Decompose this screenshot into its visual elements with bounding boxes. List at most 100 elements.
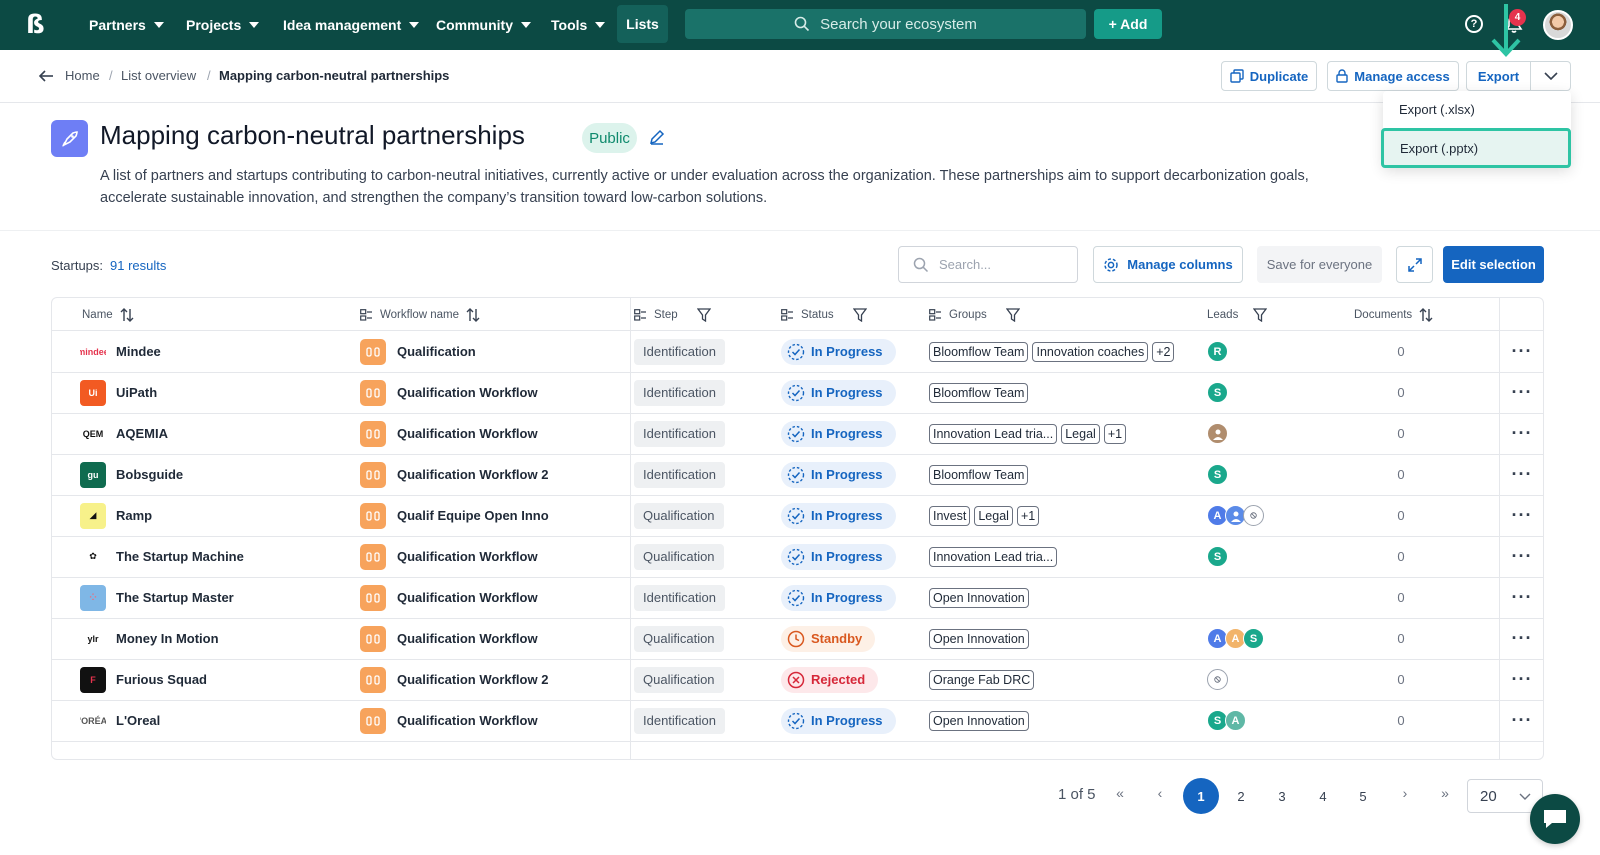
nav-lists[interactable]: Lists: [617, 5, 668, 43]
lead-avatar[interactable]: S: [1243, 628, 1264, 649]
name-cell[interactable]: Ui UiPath: [80, 372, 157, 413]
status-badge[interactable]: In Progress: [781, 707, 896, 734]
page-button-4[interactable]: 4: [1305, 778, 1341, 814]
export-dropdown-toggle[interactable]: [1531, 62, 1571, 90]
nav-tools[interactable]: Tools: [551, 0, 606, 50]
startup-name[interactable]: UiPath: [116, 385, 157, 400]
name-cell[interactable]: ylr Money In Motion: [80, 618, 219, 659]
table-row[interactable]: gu Bobsguide Qualification Workflow 2 Id…: [52, 454, 1543, 496]
col-header-workflow[interactable]: Workflow name: [360, 298, 480, 331]
startup-name[interactable]: L'Oreal: [116, 713, 160, 728]
name-cell[interactable]: gu Bobsguide: [80, 454, 183, 495]
lead-avatar[interactable]: A: [1225, 710, 1246, 731]
status-badge[interactable]: In Progress: [781, 461, 896, 488]
nav-idea-management[interactable]: Idea management: [283, 0, 420, 50]
col-header-leads[interactable]: Leads: [1207, 298, 1268, 331]
user-avatar[interactable]: [1543, 10, 1573, 40]
results-count[interactable]: 91 results: [110, 258, 166, 273]
lead-avatar[interactable]: S: [1207, 546, 1228, 567]
startup-name[interactable]: Ramp: [116, 508, 152, 523]
nav-projects[interactable]: Projects: [186, 0, 260, 50]
lead-avatar[interactable]: R: [1207, 341, 1228, 362]
table-row[interactable]: ylr Money In Motion Qualification Workfl…: [52, 618, 1543, 660]
filter-icon[interactable]: [1005, 307, 1020, 322]
col-header-name[interactable]: Name: [82, 298, 134, 331]
status-badge[interactable]: In Progress: [781, 502, 896, 529]
status-badge[interactable]: In Progress: [781, 584, 896, 611]
startup-name[interactable]: Furious Squad: [116, 672, 207, 687]
table-search-input[interactable]: Search...: [898, 246, 1078, 283]
name-cell[interactable]: ◢ Ramp: [80, 495, 152, 536]
export-pptx-option[interactable]: Export (.pptx): [1381, 128, 1571, 168]
breadcrumb-home[interactable]: Home: [65, 68, 100, 83]
table-row[interactable]: Ui UiPath Qualification Workflow Identif…: [52, 372, 1543, 414]
next-page-button[interactable]: ›: [1390, 778, 1420, 808]
add-button[interactable]: + Add: [1094, 9, 1162, 39]
col-header-step[interactable]: Step: [634, 298, 711, 331]
export-xlsx-option[interactable]: Export (.xlsx): [1383, 91, 1571, 127]
duplicate-button[interactable]: Duplicate: [1221, 61, 1317, 91]
status-badge[interactable]: Standby: [781, 625, 876, 652]
bloomflow-logo[interactable]: ß: [26, 11, 48, 39]
export-button[interactable]: Export: [1467, 62, 1531, 90]
status-badge[interactable]: In Progress: [781, 379, 896, 406]
filter-icon[interactable]: [696, 307, 711, 322]
status-badge[interactable]: In Progress: [781, 420, 896, 447]
page-button-2[interactable]: 2: [1223, 778, 1259, 814]
lead-avatar[interactable]: S: [1207, 464, 1228, 485]
more-options-icon[interactable]: ···: [1512, 382, 1533, 403]
save-for-everyone-button[interactable]: Save for everyone: [1257, 246, 1382, 283]
name-cell[interactable]: ⁘ The Startup Master: [80, 577, 234, 618]
col-header-status[interactable]: Status: [781, 298, 867, 331]
startup-name[interactable]: Mindee: [116, 344, 161, 359]
more-options-icon[interactable]: ···: [1512, 464, 1533, 485]
last-page-button[interactable]: »: [1430, 778, 1460, 808]
back-arrow-icon[interactable]: [37, 67, 55, 85]
more-options-icon[interactable]: ···: [1512, 669, 1533, 690]
expand-button[interactable]: [1396, 246, 1433, 283]
more-options-icon[interactable]: ···: [1512, 628, 1533, 649]
table-row[interactable]: ◢ Ramp Qualif Equipe Open Inno Qualifica…: [52, 495, 1543, 537]
name-cell[interactable]: QEM AQEMIA: [80, 413, 168, 454]
lead-avatar[interactable]: [1207, 423, 1228, 444]
startup-name[interactable]: The Startup Master: [116, 590, 234, 605]
status-badge[interactable]: In Progress: [781, 338, 896, 365]
filter-icon[interactable]: [1253, 307, 1268, 322]
table-row[interactable]: ✿ The Startup Machine Qualification Work…: [52, 536, 1543, 578]
first-page-button[interactable]: «: [1105, 778, 1135, 808]
page-button-1[interactable]: 1: [1183, 778, 1219, 814]
edit-pencil-icon[interactable]: [649, 129, 665, 145]
manage-access-button[interactable]: Manage access: [1327, 61, 1459, 91]
col-header-groups[interactable]: Groups: [929, 298, 1020, 331]
prev-page-button[interactable]: ‹: [1145, 778, 1175, 808]
status-badge[interactable]: In Progress: [781, 543, 896, 570]
filter-icon[interactable]: [852, 307, 867, 322]
table-row[interactable]: L'ORÉAL L'Oreal Qualification Workflow I…: [52, 700, 1543, 742]
name-cell[interactable]: mindee Mindee: [80, 331, 161, 372]
help-icon[interactable]: ?: [1465, 15, 1483, 33]
table-row[interactable]: mindee Mindee Qualification Identificati…: [52, 331, 1543, 373]
more-options-icon[interactable]: ···: [1512, 546, 1533, 567]
status-badge[interactable]: Rejected: [781, 666, 879, 693]
startup-name[interactable]: The Startup Machine: [116, 549, 244, 564]
lead-avatar[interactable]: S: [1207, 382, 1228, 403]
startup-name[interactable]: AQEMIA: [116, 426, 168, 441]
nav-community[interactable]: Community: [436, 0, 531, 50]
more-options-icon[interactable]: ···: [1512, 505, 1533, 526]
page-button-3[interactable]: 3: [1264, 778, 1300, 814]
name-cell[interactable]: F Furious Squad: [80, 659, 207, 700]
startup-name[interactable]: Money In Motion: [116, 631, 219, 646]
table-row[interactable]: F Furious Squad Qualification Workflow 2…: [52, 659, 1543, 701]
table-row[interactable]: ⁘ The Startup Master Qualification Workf…: [52, 577, 1543, 619]
global-search-input[interactable]: Search your ecosystem: [685, 9, 1086, 39]
startup-name[interactable]: Bobsguide: [116, 467, 183, 482]
more-options-icon[interactable]: ···: [1512, 341, 1533, 362]
col-header-documents[interactable]: Documents: [1354, 298, 1433, 331]
manage-columns-button[interactable]: Manage columns: [1093, 246, 1243, 283]
more-options-icon[interactable]: ···: [1512, 710, 1533, 731]
name-cell[interactable]: L'ORÉAL L'Oreal: [80, 700, 160, 741]
more-options-icon[interactable]: ···: [1512, 423, 1533, 444]
name-cell[interactable]: ✿ The Startup Machine: [80, 536, 244, 577]
edit-selection-button[interactable]: Edit selection: [1443, 246, 1544, 283]
chat-button[interactable]: [1530, 794, 1580, 844]
